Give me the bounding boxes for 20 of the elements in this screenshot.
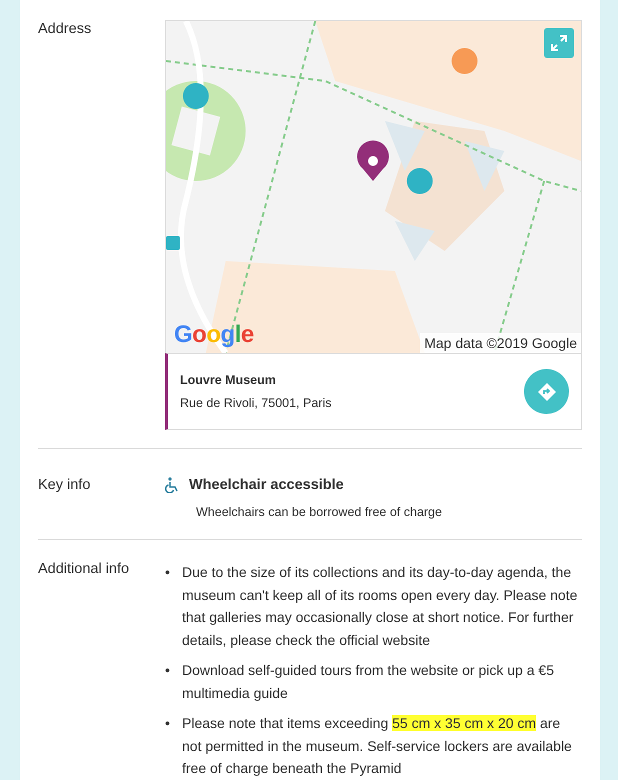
- wheelchair-icon: [165, 477, 179, 493]
- bullet: •: [165, 714, 171, 733]
- expand-icon: [550, 34, 568, 52]
- bullet: •: [165, 661, 171, 680]
- map-logo: Google: [174, 321, 254, 349]
- section-label: Key info: [38, 477, 92, 495]
- info-item: Due to the size of its collections and its day-to-day agenda, the museum can't keep all of its rooms open every day. Please note that galleries may occasionally close at short notice. For further details, please check the official website: [182, 563, 578, 650]
- directions-icon: [536, 382, 556, 402]
- bullet: •: [165, 563, 171, 582]
- section-label: Additional info: [38, 561, 130, 579]
- feature-title: Wheelchair accessible: [189, 477, 344, 493]
- feature-detail: Wheelchairs can be borrowed free of charge: [196, 505, 443, 519]
- place-address: Rue de Rivoli, 75001, Paris: [180, 396, 332, 410]
- map-attribution: Map data ©2019 Google: [420, 333, 581, 353]
- info-item: Download self-guided tours from the website or pick up a €5 multimedia guide: [182, 661, 555, 703]
- directions-button[interactable]: [524, 369, 569, 414]
- expand-button[interactable]: [544, 28, 574, 58]
- place-name: Louvre Museum: [180, 373, 277, 387]
- section-label: Address: [38, 21, 92, 39]
- info-item: Please note that items exceeding 55 cm x 35 cm x 20 cm are not permitted in the museum. Self-service lockers are available free of charge beneath the Pyramid: [182, 714, 573, 778]
